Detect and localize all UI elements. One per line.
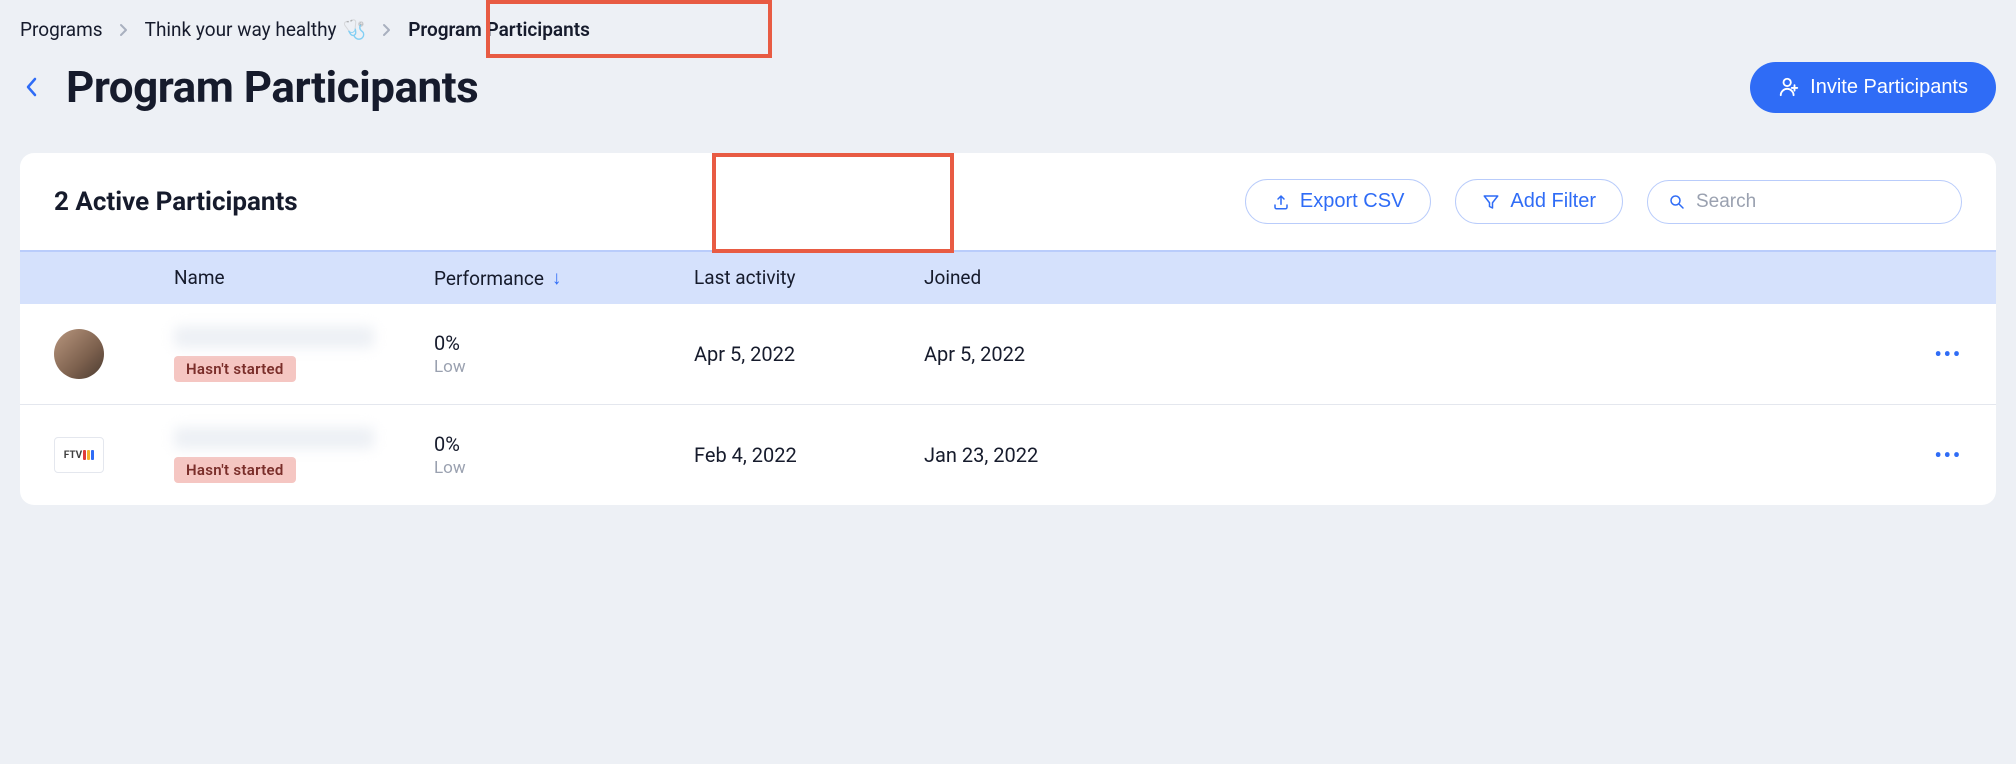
back-button[interactable] bbox=[20, 72, 42, 102]
button-label: Export CSV bbox=[1300, 190, 1404, 213]
table-row[interactable]: Hasn't started 0% Low Apr 5, 2022 Apr 5,… bbox=[20, 304, 1996, 405]
stethoscope-icon: 🩺 bbox=[343, 18, 367, 41]
breadcrumb-label: Program Participants bbox=[408, 18, 590, 41]
avatar: FTV bbox=[54, 437, 104, 473]
sort-descending-icon: ↓ bbox=[552, 266, 562, 290]
breadcrumb-item-current: Program Participants bbox=[408, 18, 590, 41]
avatar bbox=[54, 329, 104, 379]
performance-cell: 0% Low bbox=[434, 331, 694, 377]
chevron-right-icon bbox=[119, 23, 129, 37]
avatar-cell bbox=[54, 329, 174, 379]
button-label: Invite Participants bbox=[1810, 76, 1968, 99]
performance-label: Low bbox=[434, 357, 694, 377]
performance-value: 0% bbox=[434, 331, 694, 355]
name-cell: Hasn't started bbox=[174, 427, 434, 483]
performance-cell: 0% Low bbox=[434, 432, 694, 478]
card-actions: Export CSV Add Filter bbox=[1245, 179, 1962, 224]
participants-card: 2 Active Participants Export CSV Add Fi bbox=[20, 153, 1996, 505]
logo-mark-icon bbox=[87, 450, 90, 460]
card-header: 2 Active Participants Export CSV Add Fi bbox=[20, 153, 1996, 250]
breadcrumb: Programs Think your way healthy 🩺 Progra… bbox=[20, 18, 1996, 41]
row-more-button[interactable]: ••• bbox=[1882, 342, 1962, 366]
page-header: Program Participants Invite Participants bbox=[20, 61, 1996, 113]
breadcrumb-item-programs[interactable]: Programs bbox=[20, 18, 103, 41]
avatar-cell: FTV bbox=[54, 437, 174, 473]
active-count-title: 2 Active Participants bbox=[54, 187, 298, 217]
logo-mark-icon bbox=[83, 450, 86, 460]
filter-icon bbox=[1482, 193, 1500, 211]
search-input[interactable] bbox=[1696, 191, 1941, 213]
add-filter-button[interactable]: Add Filter bbox=[1455, 179, 1623, 224]
upload-icon bbox=[1272, 193, 1290, 211]
annotation-highlight bbox=[712, 153, 954, 253]
avatar-text: FTV bbox=[64, 450, 82, 461]
row-more-button[interactable]: ••• bbox=[1882, 443, 1962, 467]
chevron-right-icon bbox=[382, 23, 392, 37]
column-label: Performance bbox=[434, 267, 544, 290]
status-badge: Hasn't started bbox=[174, 457, 296, 483]
user-plus-icon bbox=[1778, 76, 1800, 98]
export-csv-button[interactable]: Export CSV bbox=[1245, 179, 1431, 224]
joined-value: Jan 23, 2022 bbox=[924, 443, 1882, 467]
performance-value: 0% bbox=[434, 432, 694, 456]
search-field[interactable] bbox=[1647, 180, 1962, 224]
table-row[interactable]: FTV Hasn't started 0% Low Feb 4, 2022 Ja… bbox=[20, 405, 1996, 505]
button-label: Add Filter bbox=[1510, 190, 1596, 213]
performance-label: Low bbox=[434, 458, 694, 478]
column-header-last-activity[interactable]: Last activity bbox=[694, 266, 924, 290]
logo-mark-icon bbox=[91, 450, 94, 460]
participant-name-redacted bbox=[174, 326, 374, 348]
participant-name-redacted bbox=[174, 427, 374, 449]
joined-value: Apr 5, 2022 bbox=[924, 342, 1882, 366]
last-activity-value: Feb 4, 2022 bbox=[694, 443, 924, 467]
breadcrumb-item-program[interactable]: Think your way healthy 🩺 bbox=[145, 18, 367, 41]
breadcrumb-label: Programs bbox=[20, 18, 103, 41]
column-header-name[interactable]: Name bbox=[174, 266, 434, 290]
column-header-performance[interactable]: Performance ↓ bbox=[434, 266, 694, 290]
search-icon bbox=[1668, 193, 1686, 211]
table-header: Name Performance ↓ Last activity Joined bbox=[20, 252, 1996, 304]
name-cell: Hasn't started bbox=[174, 326, 434, 382]
breadcrumb-label: Think your way healthy bbox=[145, 18, 337, 41]
last-activity-value: Apr 5, 2022 bbox=[694, 342, 924, 366]
invite-participants-button[interactable]: Invite Participants bbox=[1750, 62, 1996, 113]
status-badge: Hasn't started bbox=[174, 356, 296, 382]
page-title: Program Participants bbox=[66, 61, 478, 113]
column-header-joined[interactable]: Joined bbox=[924, 266, 1882, 290]
